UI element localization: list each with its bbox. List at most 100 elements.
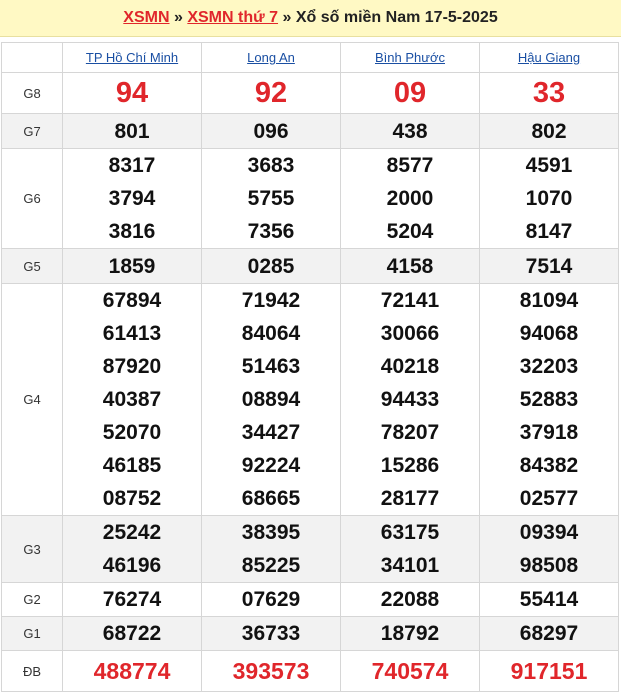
result-number: 02577 <box>519 487 579 510</box>
result-number: 7514 <box>525 254 573 278</box>
result-number: 92224 <box>241 454 301 477</box>
prize-row-g5: G5 1859 0285 4158 7514 <box>1 248 619 284</box>
province-link-hau-giang[interactable]: Hậu Giang <box>518 50 580 65</box>
prize-label: G6 <box>1 148 63 249</box>
result-number: 1859 <box>108 254 156 278</box>
result-number: 5755 <box>247 187 295 210</box>
result-number: 2000 <box>386 187 434 210</box>
prize-label: G5 <box>1 248 63 284</box>
result-cell: 09 <box>340 72 480 114</box>
result-number: 917151 <box>510 658 588 684</box>
result-number: 34427 <box>241 421 301 444</box>
result-cell: 802 <box>479 113 619 149</box>
province-link-tp-hcm[interactable]: TP Hồ Chí Minh <box>86 50 178 65</box>
result-number: 84382 <box>519 454 579 477</box>
breadcrumb-xsmn-saturday-link[interactable]: XSMN thứ 7 <box>187 9 278 26</box>
result-number: 09394 <box>519 521 579 544</box>
result-number: 5204 <box>386 220 434 243</box>
result-number: 67894 <box>102 289 162 312</box>
result-number: 438 <box>392 119 428 143</box>
result-number: 33 <box>532 77 566 109</box>
result-number: 3683 <box>247 154 295 177</box>
prize-row-g2: G2 76274 07629 22088 55414 <box>1 582 619 617</box>
result-cell: 393573 <box>201 650 341 692</box>
prize-row-g6: G6 8317 3794 3816 3683 5755 7356 8577 2000 5204 45… <box>1 148 619 249</box>
result-cell: 72141 30066 40218 94433 78207 15286 28177 <box>340 283 480 516</box>
result-number: 8317 <box>108 154 156 177</box>
result-cell: 096 <box>201 113 341 149</box>
result-number: 4591 <box>525 154 573 177</box>
result-number: 94433 <box>380 388 440 411</box>
result-number: 87920 <box>102 355 162 378</box>
result-cell: 92 <box>201 72 341 114</box>
result-number: 1070 <box>525 187 573 210</box>
result-number: 25242 <box>102 521 162 544</box>
province-link-long-an[interactable]: Long An <box>247 50 295 65</box>
corner-cell <box>1 42 63 73</box>
result-number: 71942 <box>241 289 301 312</box>
result-number: 32203 <box>519 355 579 378</box>
prize-label: G1 <box>1 616 63 651</box>
province-header: Bình Phước <box>340 42 480 73</box>
result-number: 52070 <box>102 421 162 444</box>
result-number: 08894 <box>241 388 301 411</box>
result-number: 61413 <box>102 322 162 345</box>
result-number: 63175 <box>380 521 440 544</box>
prize-label: G7 <box>1 113 63 149</box>
prize-label: ĐB <box>1 650 63 692</box>
result-cell: 55414 <box>479 582 619 617</box>
result-cell: 917151 <box>479 650 619 692</box>
result-number: 81094 <box>519 289 579 312</box>
breadcrumb-xsmn-link[interactable]: XSMN <box>123 9 169 26</box>
result-cell: 8577 2000 5204 <box>340 148 480 249</box>
result-number: 72141 <box>380 289 440 312</box>
result-cell: 3683 5755 7356 <box>201 148 341 249</box>
result-cell: 33 <box>479 72 619 114</box>
result-cell: 22088 <box>340 582 480 617</box>
breadcrumb-separator: » <box>282 9 292 26</box>
result-cell: 7514 <box>479 248 619 284</box>
province-header: Long An <box>201 42 341 73</box>
result-cell: 25242 46196 <box>62 515 202 583</box>
result-number: 37918 <box>519 421 579 444</box>
result-cell: 8317 3794 3816 <box>62 148 202 249</box>
result-number: 30066 <box>380 322 440 345</box>
lottery-results-table: TP Hồ Chí Minh Long An Bình Phước Hậu Gi… <box>1 42 619 692</box>
result-number: 94 <box>115 77 149 109</box>
result-number: 8577 <box>386 154 434 177</box>
result-number: 52883 <box>519 388 579 411</box>
result-number: 68297 <box>519 622 579 645</box>
result-number: 07629 <box>241 588 301 611</box>
result-number: 8147 <box>525 220 573 243</box>
prize-row-g4: G4 67894 61413 87920 40387 52070 46185 08752 719… <box>1 283 619 516</box>
result-number: 28177 <box>380 487 440 510</box>
result-cell: 68722 <box>62 616 202 651</box>
result-cell: 07629 <box>201 582 341 617</box>
result-cell: 740574 <box>340 650 480 692</box>
result-cell: 71942 84064 51463 08894 34427 92224 68665 <box>201 283 341 516</box>
result-number: 40387 <box>102 388 162 411</box>
result-number: 68665 <box>241 487 301 510</box>
province-link-binh-phuoc[interactable]: Bình Phước <box>375 50 445 65</box>
result-number: 94068 <box>519 322 579 345</box>
result-cell: 488774 <box>62 650 202 692</box>
result-cell: 18792 <box>340 616 480 651</box>
result-number: 3794 <box>108 187 156 210</box>
result-number: 36733 <box>241 622 301 645</box>
province-header-row: TP Hồ Chí Minh Long An Bình Phước Hậu Gi… <box>1 42 619 73</box>
result-number: 55414 <box>519 588 579 611</box>
result-number: 85225 <box>241 554 301 577</box>
page-title-bar: XSMN » XSMN thứ 7 » Xổ số miền Nam 17-5-… <box>0 0 621 37</box>
result-cell: 36733 <box>201 616 341 651</box>
result-number: 802 <box>531 119 567 143</box>
result-number: 46185 <box>102 454 162 477</box>
result-cell: 4591 1070 8147 <box>479 148 619 249</box>
prize-row-g3: G3 25242 46196 38395 85225 63175 34101 09394 985… <box>1 515 619 583</box>
result-number: 0285 <box>247 254 295 278</box>
result-cell: 67894 61413 87920 40387 52070 46185 08752 <box>62 283 202 516</box>
result-number: 76274 <box>102 588 162 611</box>
result-number: 393573 <box>232 658 310 684</box>
result-cell: 81094 94068 32203 52883 37918 84382 02577 <box>479 283 619 516</box>
result-cell: 76274 <box>62 582 202 617</box>
result-number: 488774 <box>93 658 171 684</box>
